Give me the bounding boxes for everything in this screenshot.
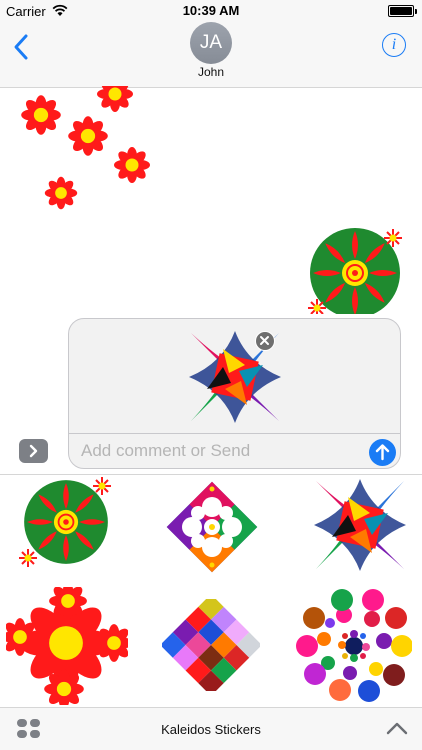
- sticker-green-mandala[interactable]: [14, 476, 118, 572]
- expand-apps-button[interactable]: [19, 439, 48, 463]
- conversation-header: JA John i: [0, 22, 422, 88]
- sent-sticker-red-flowers[interactable]: [16, 86, 156, 212]
- info-icon[interactable]: i: [382, 33, 406, 57]
- chevron-up-icon[interactable]: [386, 720, 408, 736]
- close-icon: [260, 336, 269, 345]
- contact-name[interactable]: John: [0, 65, 422, 79]
- app-title: Kaleidos Stickers: [161, 722, 261, 737]
- comment-input[interactable]: Add comment or Send: [81, 441, 250, 461]
- send-arrow-icon: [375, 444, 390, 461]
- sent-sticker-green-mandala[interactable]: [305, 226, 405, 314]
- sticker-red-flower-cluster[interactable]: [6, 587, 128, 705]
- contact-avatar[interactable]: JA: [190, 22, 232, 64]
- sticker-diamond-mosaic[interactable]: [164, 479, 260, 575]
- sticker-drawer: [0, 474, 422, 707]
- send-button[interactable]: [369, 439, 396, 466]
- expand-chevron-icon: [29, 444, 38, 458]
- messages-screen: Carrier 10:39 AM JA John i Add comment o…: [0, 0, 422, 750]
- clock: 10:39 AM: [182, 3, 240, 18]
- battery-icon: [388, 5, 417, 17]
- sticker-colorful-star[interactable]: [312, 477, 408, 573]
- app-drawer-bar: Kaleidos Stickers: [0, 707, 422, 750]
- back-chevron-icon[interactable]: [10, 32, 34, 62]
- sticker-color-squares[interactable]: [162, 599, 260, 691]
- compose-box: Add comment or Send: [68, 318, 401, 469]
- compose-divider: [69, 433, 400, 434]
- remove-sticker-button[interactable]: [255, 331, 275, 351]
- status-bar: Carrier 10:39 AM: [0, 0, 422, 22]
- sticker-dot-ring[interactable]: [296, 589, 412, 703]
